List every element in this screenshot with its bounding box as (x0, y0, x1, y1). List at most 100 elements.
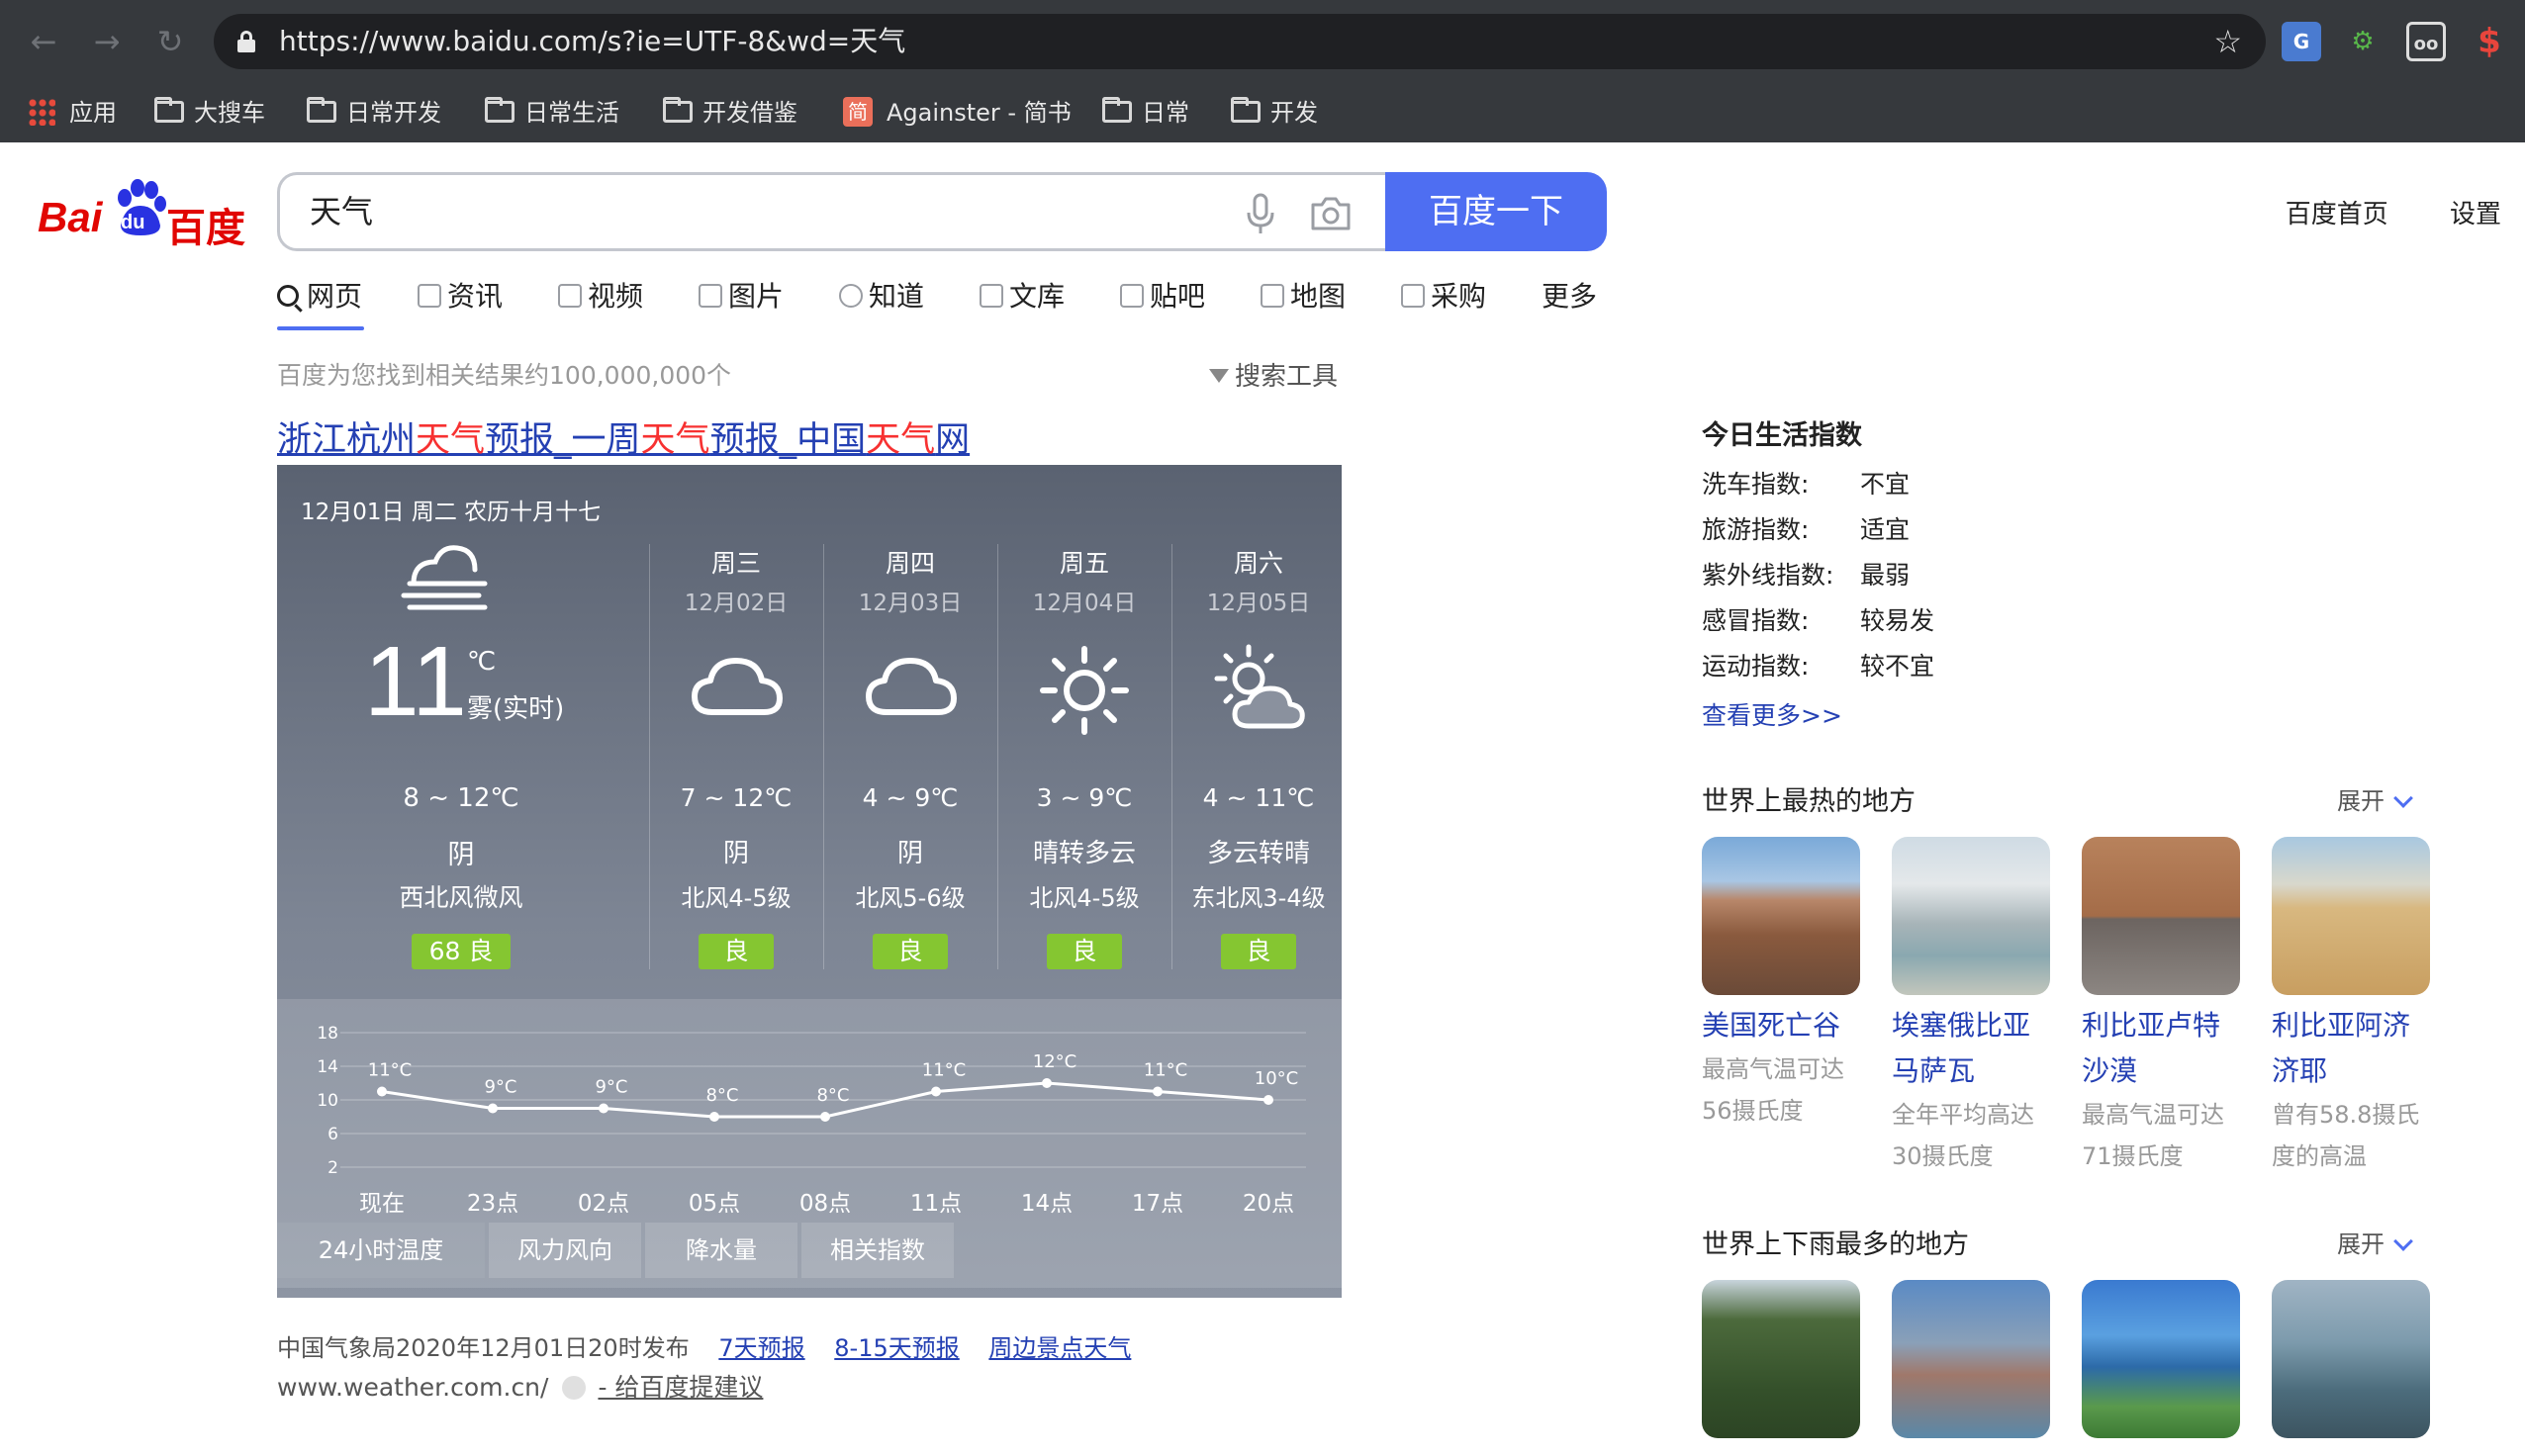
apps-grid-icon (28, 98, 55, 126)
dollar-extension-icon[interactable]: $ (2470, 22, 2509, 61)
tab-zhidao[interactable]: 知道 (839, 275, 924, 330)
day-wind: 北风4-5级 (681, 884, 792, 912)
place-card[interactable]: 埃塞俄比亚马萨瓦 全年平均高达30摄氏度 (1892, 837, 2050, 1177)
place-name[interactable]: 美国死亡谷 (1702, 1003, 1860, 1048)
today-weather[interactable]: 11 ℃ 雾(实时) 8 ~ 12℃ 阴 西北风微风 68 良 (277, 544, 645, 969)
map-icon (1261, 284, 1284, 308)
expand-button[interactable]: 展开 (2337, 781, 2413, 816)
index-value: 适宜 (1860, 515, 1911, 544)
place-card[interactable]: 利比亚卢特沙漠 最高气温可达71摄氏度 (2082, 837, 2240, 1177)
day-range: 7 ~ 12℃ (680, 783, 793, 812)
life-index-row: 旅游指数: 适宜 (1702, 510, 1910, 546)
weather-card: 12月01日 周二 农历十月十七 11 ℃ 雾(实时) 8 ~ 12℃ 阴 西北… (277, 465, 1342, 1298)
address-bar[interactable]: https://www.baidu.com/s?ie=UTF-8&wd=天气 ☆ (214, 14, 2266, 69)
forecast-day[interactable]: 周四 12月03日 4 ~ 9℃ 阴 北风5-6级 良 (823, 544, 997, 969)
day-range: 3 ~ 9℃ (1036, 783, 1133, 812)
tab-news[interactable]: 资讯 (418, 275, 503, 330)
logo-chinese: 百度 (166, 206, 245, 251)
bookmark-label: 日常 (1142, 99, 1189, 127)
see-more-link[interactable]: 查看更多>> (1702, 696, 1842, 732)
reload-icon[interactable]: ↻ (150, 22, 190, 61)
forecast-day[interactable]: 周六 12月05日 4 ~ 11℃ 多云转晴 东北风3-4级 良 (1171, 544, 1346, 969)
tab-label: 网页 (307, 280, 363, 313)
translate-extension-icon[interactable]: G (2282, 22, 2321, 61)
link-7day[interactable]: 7天预报 (718, 1334, 804, 1362)
microphone-icon[interactable] (1246, 193, 1275, 234)
tab-tieba[interactable]: 贴吧 (1120, 275, 1205, 330)
bookmark-folder[interactable]: 日常 (1102, 83, 1189, 142)
bookmark-folder[interactable]: 日常开发 (307, 83, 441, 142)
subtab-24h-temp[interactable]: 24小时温度 (277, 1223, 485, 1278)
camera-icon[interactable] (1309, 197, 1353, 230)
baidu-logo[interactable]: Bai du 百度 (38, 174, 245, 251)
place-name[interactable]: 利比亚阿济济耶 (2272, 1003, 2430, 1094)
day-desc: 阴 (722, 839, 749, 868)
temperature-point (1153, 1086, 1163, 1097)
data-label: 11°C (368, 1060, 412, 1081)
spy-extension-icon[interactable]: oo (2406, 22, 2446, 61)
tab-more[interactable]: 更多 (1542, 275, 1597, 330)
settings-link[interactable]: 设置 (2450, 200, 2501, 229)
result-title-link[interactable]: 浙江杭州天气预报_一周天气预报_中国天气网 (277, 411, 970, 462)
sun-icon (1040, 646, 1129, 735)
tab-wenku[interactable]: 文库 (980, 275, 1065, 330)
subtab-wind[interactable]: 风力风向 (489, 1223, 641, 1278)
tab-label: 更多 (1542, 280, 1598, 313)
bookmark-jianshu[interactable]: 简 Againster - 简书 (843, 83, 1072, 142)
x-tick-label: 23点 (467, 1191, 518, 1217)
search-input[interactable]: 天气 (277, 172, 1387, 251)
place-card[interactable]: 美国死亡谷 最高气温可达56摄氏度 (1702, 837, 1860, 1132)
bookmark-apps[interactable]: 应用 (28, 83, 117, 142)
bookmark-folder[interactable]: 开发 (1231, 83, 1318, 142)
tab-web[interactable]: 网页 (277, 275, 365, 330)
bookmark-folder[interactable]: 日常生活 (485, 83, 619, 142)
rain-place-card[interactable] (1892, 1280, 2050, 1438)
rain-place-card[interactable] (2082, 1280, 2240, 1438)
bookmark-label: 应用 (69, 99, 117, 127)
tab-shopping[interactable]: 采购 (1401, 275, 1486, 330)
tab-video[interactable]: 视频 (558, 275, 643, 330)
expand-button[interactable]: 展开 (2337, 1225, 2413, 1259)
subtab-indices[interactable]: 相关指数 (801, 1223, 954, 1278)
back-icon[interactable]: ← (24, 22, 63, 61)
tab-label: 采购 (1431, 280, 1487, 313)
rainiest-title: 世界上下雨最多的地方 (1702, 1229, 1969, 1260)
search-query[interactable]: 天气 (310, 175, 373, 248)
temperature-point (931, 1086, 941, 1097)
day-date: 12月05日 (1206, 591, 1311, 616)
forecast-day[interactable]: 周五 12月04日 3 ~ 9℃ 晴转多云 北风4-5级 良 (997, 544, 1171, 969)
rain-place-card[interactable] (1702, 1280, 1860, 1438)
x-tick-label: 现在 (359, 1191, 405, 1217)
bug-extension-icon[interactable]: ⚙ (2343, 22, 2383, 61)
place-name[interactable]: 埃塞俄比亚马萨瓦 (1892, 1003, 2050, 1094)
suggest-link[interactable]: - 给百度提建议 (598, 1373, 763, 1402)
forward-icon[interactable]: → (87, 22, 127, 61)
rain-place-card[interactable] (2272, 1280, 2430, 1438)
search-button[interactable]: 百度一下 (1385, 172, 1607, 251)
title-highlight: 天气 (866, 420, 936, 460)
bookmark-folder[interactable]: 大搜车 (154, 83, 265, 142)
url-text[interactable]: https://www.baidu.com/s?ie=UTF-8&wd=天气 (279, 14, 905, 69)
place-card[interactable]: 利比亚阿济济耶 曾有58.8摄氏度的高温 (2272, 837, 2430, 1177)
link-nearby[interactable]: 周边景点天气 (988, 1334, 1131, 1362)
tab-images[interactable]: 图片 (699, 275, 784, 330)
today-desc: 阴 (447, 840, 475, 870)
title-part: 预报_一周 (485, 420, 641, 460)
bookmark-folder[interactable]: 开发借鉴 (663, 83, 797, 142)
place-name[interactable]: 利比亚卢特沙漠 (2082, 1003, 2240, 1094)
y-tick-label: 2 (327, 1158, 338, 1178)
place-desc: 最高气温可达56摄氏度 (1702, 1055, 1844, 1125)
temperature-point (599, 1103, 608, 1114)
tab-label: 文库 (1009, 280, 1066, 313)
tieba-icon (1120, 284, 1144, 308)
forecast-day[interactable]: 周三 12月02日 7 ~ 12℃ 阴 北风4-5级 良 (649, 544, 823, 969)
search-tools-button[interactable]: 搜索工具 (1209, 356, 1338, 393)
subtab-precipitation[interactable]: 降水量 (645, 1223, 797, 1278)
folder-icon (154, 97, 184, 123)
bookmark-star-icon[interactable]: ☆ (2213, 22, 2242, 61)
baidu-home-link[interactable]: 百度首页 (2286, 200, 2388, 229)
data-label: 12°C (1033, 1051, 1076, 1072)
aqi-badge: 68 良 (412, 934, 511, 969)
link-8-15day[interactable]: 8-15天预报 (834, 1334, 959, 1362)
tab-map[interactable]: 地图 (1261, 275, 1346, 330)
